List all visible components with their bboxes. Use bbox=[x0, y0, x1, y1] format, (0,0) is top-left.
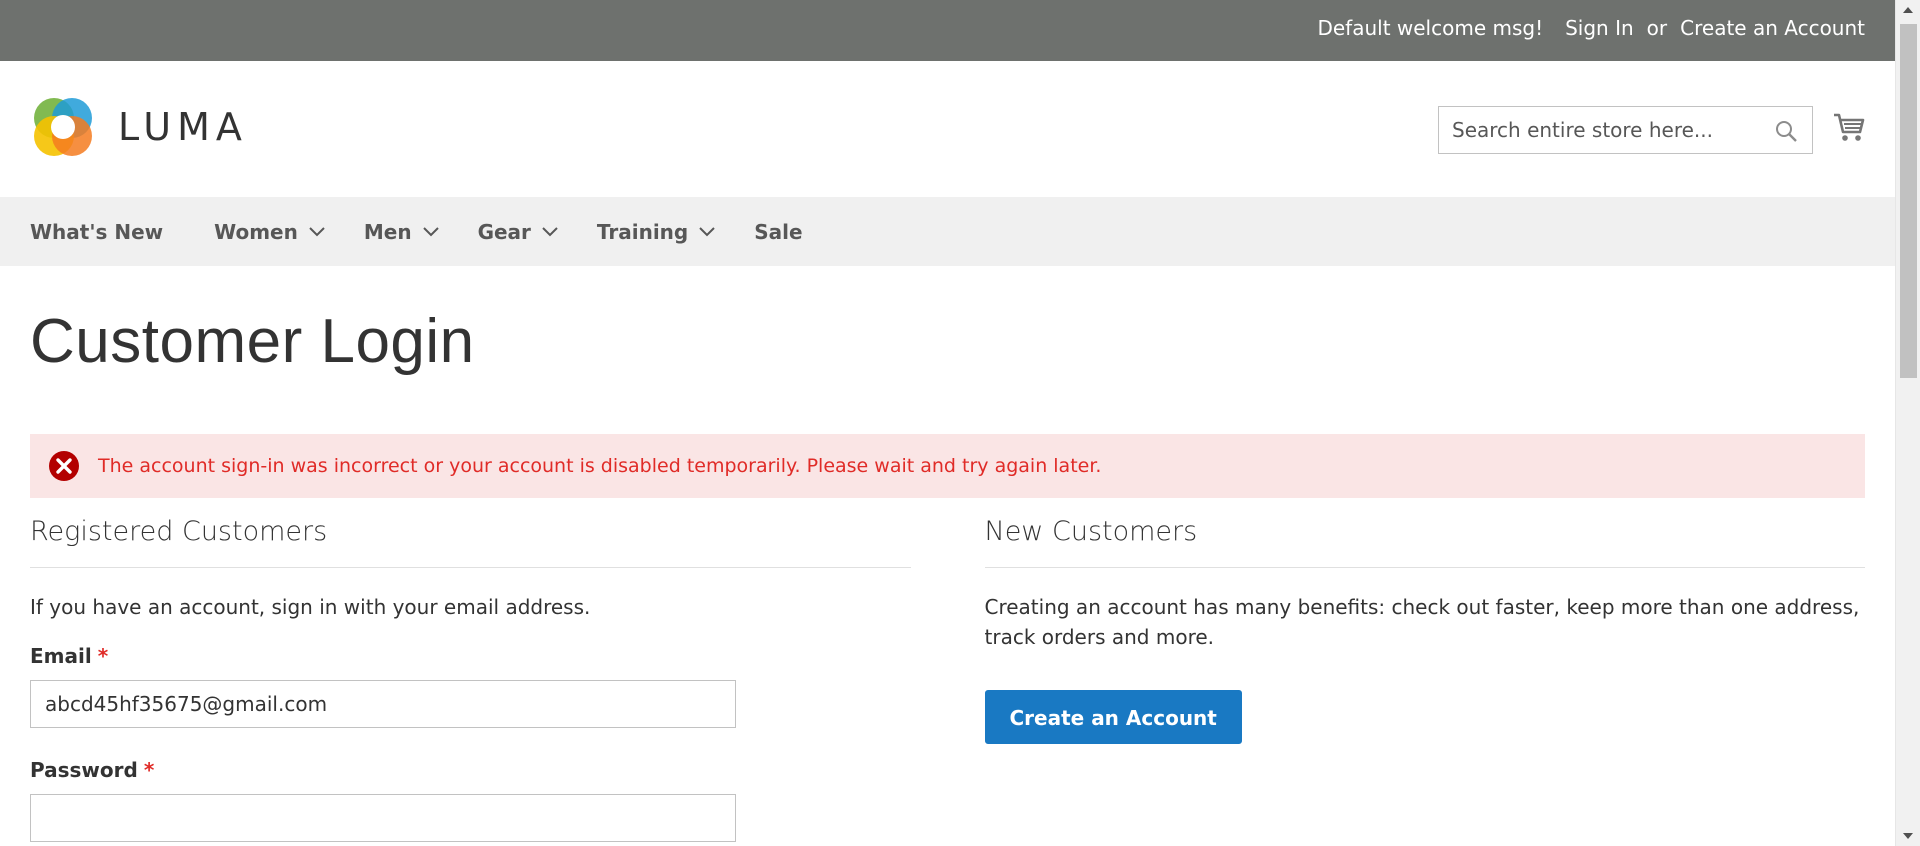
nav-item-training[interactable]: Training bbox=[597, 220, 716, 244]
new-customers-block: New Customers Creating an account has ma… bbox=[984, 516, 1865, 842]
logo-text: LUMA bbox=[118, 105, 248, 149]
logo[interactable]: LUMA bbox=[30, 94, 248, 160]
page: Default welcome msg! Sign In or Create a… bbox=[0, 0, 1895, 846]
required-marker: * bbox=[97, 644, 109, 668]
email-field-wrapper bbox=[30, 680, 736, 728]
header-links: Default welcome msg! Sign In or Create a… bbox=[1317, 16, 1865, 40]
registered-customers-text: If you have an account, sign in with you… bbox=[30, 595, 591, 619]
chevron-down-icon bbox=[422, 226, 439, 236]
password-field-wrapper bbox=[30, 794, 736, 842]
nav-item-label: Sale bbox=[754, 219, 803, 244]
required-marker: * bbox=[143, 758, 155, 782]
email-label: Email * bbox=[30, 644, 911, 668]
nav-item-label: Gear bbox=[477, 219, 531, 244]
nav-item-label: Men bbox=[363, 219, 412, 244]
email-field[interactable] bbox=[31, 681, 735, 727]
scroll-up-arrow-icon[interactable] bbox=[1902, 6, 1914, 14]
main-content: Customer Login The account sign-in was i… bbox=[0, 306, 1895, 842]
password-field[interactable] bbox=[31, 795, 735, 841]
create-account-button[interactable]: Create an Account bbox=[984, 690, 1242, 744]
chevron-down-icon bbox=[542, 226, 558, 236]
page-title: Customer Login bbox=[30, 307, 475, 376]
nav-item-whats-new[interactable]: What's New bbox=[30, 220, 163, 244]
error-icon bbox=[49, 451, 79, 481]
vertical-scrollbar[interactable] bbox=[1895, 0, 1920, 846]
new-customers-text: Creating an account has many benefits: c… bbox=[984, 595, 1860, 649]
search-input[interactable] bbox=[1439, 107, 1812, 153]
login-columns: Registered Customers If you have an acco… bbox=[30, 516, 1865, 842]
create-account-link[interactable]: Create an Account bbox=[1680, 16, 1865, 40]
or-text: or bbox=[1646, 16, 1668, 40]
luma-logo-icon bbox=[34, 98, 92, 156]
scrollbar-thumb[interactable] bbox=[1900, 24, 1917, 378]
error-text: The account sign-in was incorrect or you… bbox=[98, 455, 1102, 477]
chevron-down-icon bbox=[309, 226, 325, 236]
nav-item-men[interactable]: Men bbox=[364, 220, 440, 244]
main-navigation: What's New Women Men Gear Training Sale bbox=[0, 197, 1895, 266]
registered-customers-title: Registered Customers bbox=[30, 516, 911, 568]
error-message: The account sign-in was incorrect or you… bbox=[30, 434, 1865, 498]
password-label: Password * bbox=[30, 758, 911, 782]
nav-item-sale[interactable]: Sale bbox=[754, 220, 802, 244]
new-customers-title: New Customers bbox=[984, 516, 1865, 568]
cart-icon[interactable] bbox=[1832, 110, 1866, 144]
registered-customers-block: Registered Customers If you have an acco… bbox=[30, 516, 911, 842]
nav-item-women[interactable]: Women bbox=[214, 220, 326, 244]
nav-item-label: Training bbox=[596, 219, 689, 244]
password-label-text: Password bbox=[30, 758, 138, 782]
header: LUMA bbox=[0, 61, 1895, 197]
search-icon[interactable] bbox=[1774, 119, 1798, 143]
nav-item-label: What's New bbox=[30, 219, 164, 244]
top-panel: Default welcome msg! Sign In or Create a… bbox=[0, 0, 1895, 61]
nav-item-label: Women bbox=[214, 219, 298, 244]
email-label-text: Email bbox=[30, 644, 92, 668]
nav-item-gear[interactable]: Gear bbox=[478, 220, 559, 244]
search-box bbox=[1438, 106, 1813, 154]
chevron-down-icon bbox=[699, 226, 715, 236]
welcome-message: Default welcome msg! bbox=[1317, 16, 1544, 40]
sign-in-link[interactable]: Sign In bbox=[1565, 16, 1634, 40]
scroll-down-arrow-icon[interactable] bbox=[1902, 832, 1914, 840]
